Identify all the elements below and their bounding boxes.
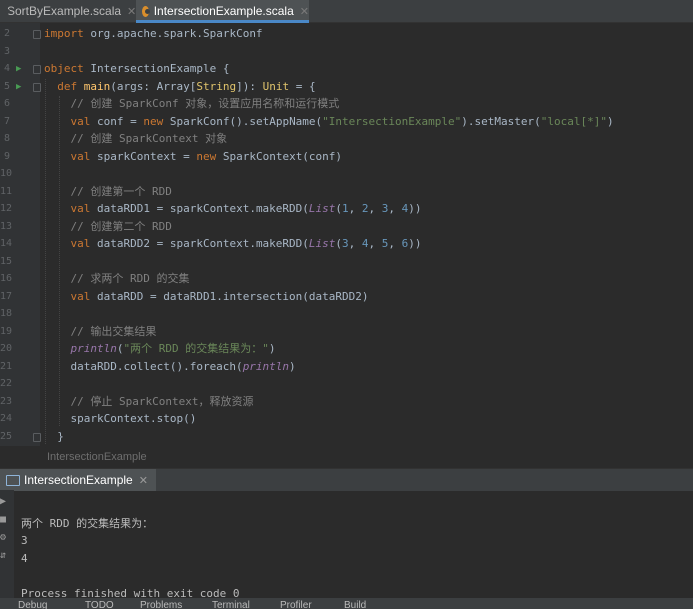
run-toolbar: ▶ ■ ⚙ ⇵ — [0, 490, 14, 609]
scroll-icon[interactable]: ⇵ — [0, 550, 6, 561]
line-number: 7 — [3, 116, 10, 127]
line-number: 17 — [0, 291, 13, 302]
code-line: } — [44, 430, 64, 443]
code-editor[interactable]: 2 3 4 5 6 7 8 9 10 11 12 13 14 15 16 17 … — [0, 23, 693, 468]
line-number: 21 — [0, 361, 13, 372]
code-comment: // 创建 SparkConf 对象，设置应用名称和运行模式 — [70, 97, 340, 110]
line-number: 23 — [0, 396, 13, 407]
string-literal: "local[*]" — [540, 115, 607, 128]
run-icon[interactable]: ▶ — [16, 64, 21, 74]
code-comment: // 创建 SparkContext 对象 — [70, 132, 228, 145]
line-number: 20 — [0, 343, 13, 354]
code-line: println("两个 RDD 的交集结果为：") — [70, 342, 276, 355]
close-icon[interactable]: ✕ — [127, 5, 136, 18]
run-tab-label: IntersectionExample — [24, 473, 133, 487]
line-number: 22 — [0, 378, 13, 389]
code-line: // 求两个 RDD 的交集 — [44, 272, 190, 286]
run-icon[interactable]: ▶ — [16, 82, 21, 92]
tool-todo[interactable]: TODO — [85, 600, 114, 609]
code-comment: // 创建第二个 RDD — [70, 220, 172, 233]
line-number: 16 — [0, 273, 13, 284]
line-number: 19 — [0, 326, 13, 337]
tab-intersectionexample[interactable]: IntersectionExample.scala ✕ — [136, 0, 309, 23]
code-line: val dataRDD2 = sparkContext.makeRDD(List… — [70, 237, 422, 250]
string-literal: "两个 RDD 的交集结果为：" — [123, 342, 269, 355]
string-literal: "IntersectionExample" — [322, 115, 462, 128]
code-comment: // 创建第一个 RDD — [70, 185, 172, 198]
code-line: import org.apache.spark.SparkConf — [44, 27, 263, 40]
tab-sortbyexample[interactable]: SortByExample.scala ✕ — [0, 0, 136, 22]
code-line: // 创建第二个 RDD — [44, 220, 172, 234]
bottom-tool-bar: Debug TODO Problems Terminal Profiler Bu… — [0, 598, 693, 609]
console-line: 3 — [21, 534, 28, 547]
code-line: // 创建 SparkConf 对象，设置应用名称和运行模式 — [44, 97, 340, 111]
code-line: dataRDD.collect().foreach(println) — [44, 360, 296, 373]
breadcrumb-item[interactable]: IntersectionExample — [47, 451, 147, 463]
code-line: object IntersectionExample { — [44, 62, 230, 75]
line-number: 24 — [0, 413, 13, 424]
line-number: 3 — [3, 46, 10, 57]
tab-label: IntersectionExample.scala — [153, 4, 294, 18]
editor-tab-bar: SortByExample.scala ✕ IntersectionExampl… — [0, 0, 693, 23]
close-icon[interactable]: ✕ — [300, 5, 309, 18]
rerun-icon[interactable]: ▶ — [0, 496, 6, 507]
line-number: 25 — [0, 431, 13, 442]
line-number: 14 — [0, 238, 13, 249]
fold-icon[interactable] — [33, 65, 41, 74]
code-line: // 创建第一个 RDD — [44, 185, 172, 199]
code-line: // 创建 SparkContext 对象 — [44, 132, 228, 146]
console-line: 两个 RDD 的交集结果为： — [21, 516, 154, 530]
scala-file-icon — [142, 5, 150, 17]
fold-icon[interactable] — [33, 433, 41, 442]
code-comment: // 停止 SparkContext，释放资源 — [70, 395, 254, 408]
close-icon[interactable]: ✕ — [139, 474, 148, 487]
line-number: 18 — [0, 308, 13, 319]
code-line: def main(args: Array[String]): Unit = { — [57, 80, 316, 93]
code-line: // 输出交集结果 — [44, 325, 157, 339]
line-number: 9 — [3, 151, 10, 162]
line-number: 5 — [3, 81, 10, 92]
code-line: // 停止 SparkContext，释放资源 — [44, 395, 254, 409]
fold-icon[interactable] — [33, 30, 41, 39]
code-line: val dataRDD = dataRDD1.intersection(data… — [70, 290, 369, 303]
line-number: 2 — [3, 28, 10, 39]
line-number: 13 — [0, 221, 13, 232]
line-number: 6 — [3, 98, 10, 109]
code-line: sparkContext.stop() — [44, 412, 197, 425]
line-number: 11 — [0, 186, 13, 197]
line-number: 15 — [0, 256, 13, 267]
console-line: 4 — [21, 551, 28, 565]
tool-terminal[interactable]: Terminal — [212, 600, 250, 609]
tool-build[interactable]: Build — [344, 600, 366, 609]
breadcrumb[interactable]: IntersectionExample — [0, 446, 693, 468]
tool-problems[interactable]: Problems — [140, 600, 182, 609]
line-number: 8 — [3, 133, 10, 144]
code-comment: // 输出交集结果 — [70, 325, 157, 338]
code-line: val conf = new SparkConf().setAppName("I… — [70, 115, 614, 128]
run-config-icon — [6, 474, 20, 486]
line-number: 10 — [0, 168, 13, 179]
tool-debug[interactable]: Debug — [18, 600, 47, 609]
code-line: val sparkContext = new SparkContext(conf… — [70, 150, 343, 163]
console-output[interactable]: 两个 RDD 的交集结果为： 3 4 Process finished with ex… — [21, 497, 240, 602]
tool-profiler[interactable]: Profiler — [280, 600, 312, 609]
fold-icon[interactable] — [33, 83, 41, 92]
run-tool-window: IntersectionExample ✕ ▶ ■ ⚙ ⇵ 两个 RDD 的交集… — [0, 468, 693, 609]
line-number: 4 — [3, 63, 10, 74]
line-number: 12 — [0, 203, 13, 214]
run-tab[interactable]: IntersectionExample ✕ — [0, 469, 156, 491]
tab-label: SortByExample.scala — [7, 4, 122, 18]
code-line: val dataRDD1 = sparkContext.makeRDD(List… — [70, 202, 422, 215]
stop-icon[interactable]: ■ — [0, 514, 6, 525]
settings-icon[interactable]: ⚙ — [0, 532, 6, 543]
code-comment: // 求两个 RDD 的交集 — [70, 272, 190, 285]
run-tab-bar: IntersectionExample ✕ — [0, 468, 693, 491]
